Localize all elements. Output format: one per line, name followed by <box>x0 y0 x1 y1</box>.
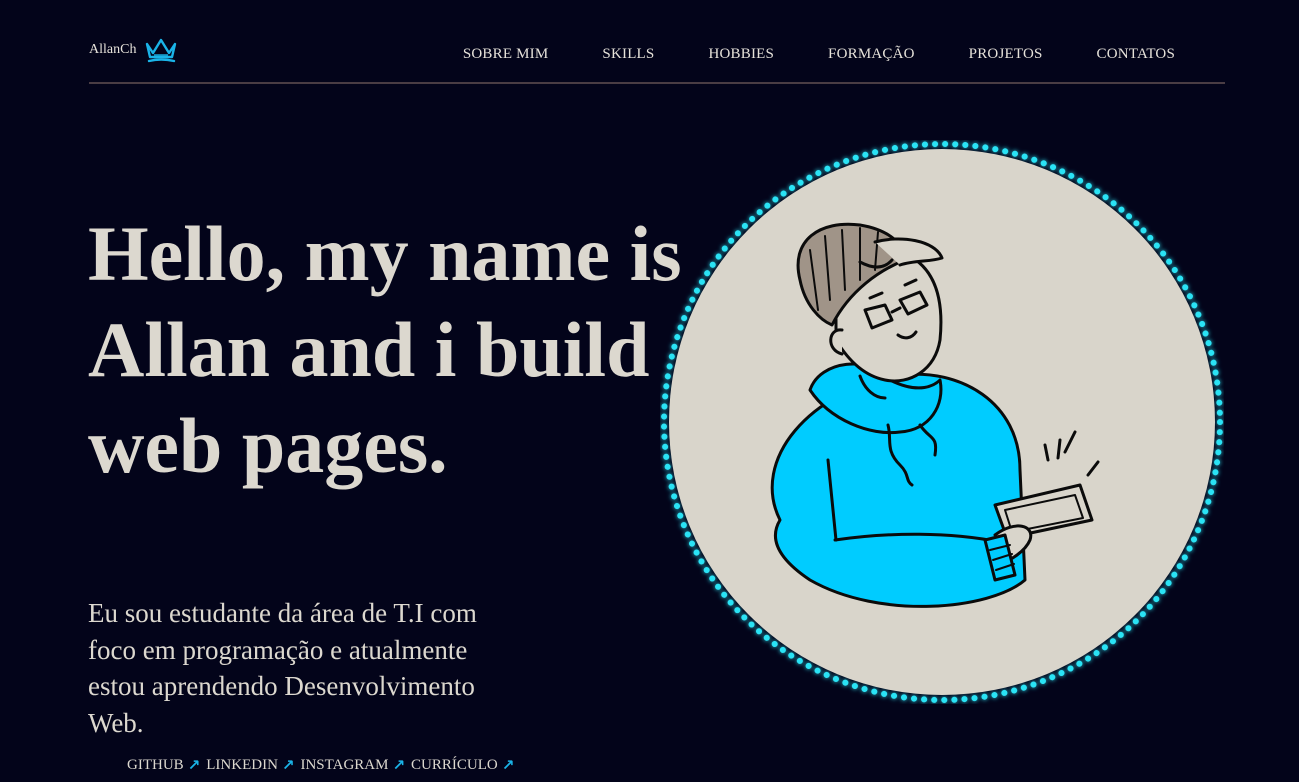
brand-name[interactable]: AllanCh <box>89 42 136 58</box>
nav-skills[interactable]: SKILLS <box>602 46 654 63</box>
nav-formacao[interactable]: FORMAÇÃO <box>828 46 915 63</box>
link-github-label: GITHUB <box>127 756 184 773</box>
link-github[interactable]: GITHUB ↗ <box>127 756 200 774</box>
hero-description: Eu sou estudante da área de T.I com foco… <box>88 598 477 738</box>
link-curriculo-label: CURRÍCULO <box>411 756 498 773</box>
nav-sobre-mim[interactable]: SOBRE MIM <box>463 46 549 63</box>
hero-title: Hello, my name is Allan and i build web … <box>88 210 682 489</box>
main-nav: SOBRE MIM SKILLS HOBBIES FORMAÇÃO PROJET… <box>463 46 1175 63</box>
avatar-illustration <box>661 141 1223 703</box>
brand[interactable]: AllanCh <box>89 36 178 64</box>
arrow-up-right-icon: ↗ <box>392 756 406 774</box>
arrow-up-right-icon: ↗ <box>187 756 201 774</box>
link-instagram[interactable]: INSTAGRAM ↗ <box>300 756 405 774</box>
arrow-up-right-icon: ↗ <box>281 756 295 774</box>
header: AllanCh SOBRE MIM SKILLS HOBBIES FORMAÇÃ… <box>89 0 1225 84</box>
page: AllanCh SOBRE MIM SKILLS HOBBIES FORMAÇÃ… <box>0 0 1299 782</box>
nav-hobbies[interactable]: HOBBIES <box>708 46 774 63</box>
crown-icon <box>146 38 177 63</box>
link-curriculo[interactable]: CURRÍCULO ↗ <box>411 756 514 774</box>
link-linkedin[interactable]: LINKEDIN ↗ <box>206 756 294 774</box>
link-instagram-label: INSTAGRAM <box>300 756 389 773</box>
avatar <box>660 140 1224 704</box>
social-links: GITHUB ↗ LINKEDIN ↗ INSTAGRAM ↗ CURRÍCUL… <box>127 756 514 774</box>
link-linkedin-label: LINKEDIN <box>206 756 278 773</box>
arrow-up-right-icon: ↗ <box>501 756 515 774</box>
nav-projetos[interactable]: PROJETOS <box>969 46 1043 63</box>
nav-contatos[interactable]: CONTATOS <box>1097 46 1175 63</box>
